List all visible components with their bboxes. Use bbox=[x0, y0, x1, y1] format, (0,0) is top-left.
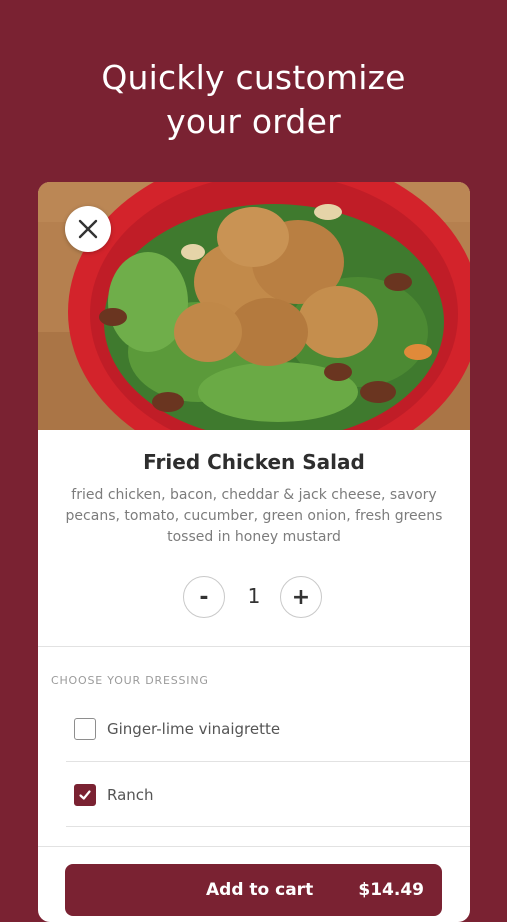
quantity-stepper: - 1 + bbox=[38, 576, 470, 620]
headline-line-1: Quickly customize bbox=[101, 58, 406, 97]
option-divider bbox=[66, 826, 470, 827]
item-description: fried chicken, bacon, cheddar & jack che… bbox=[65, 487, 443, 545]
checkbox[interactable] bbox=[74, 718, 96, 740]
cart-price: $14.49 bbox=[358, 880, 424, 900]
option-divider bbox=[66, 761, 470, 762]
close-icon bbox=[78, 219, 98, 239]
check-icon bbox=[79, 790, 91, 800]
decrease-quantity-button[interactable]: - bbox=[183, 576, 225, 618]
item-photo bbox=[38, 182, 470, 430]
checkbox-checked[interactable] bbox=[74, 784, 96, 806]
dressing-option-ginger-lime[interactable]: Ginger-lime vinaigrette bbox=[38, 704, 470, 754]
dressing-option-ranch[interactable]: Ranch bbox=[38, 770, 470, 820]
add-to-cart-button[interactable]: Add to cart $14.49 bbox=[65, 864, 442, 916]
item-title: Fried Chicken Salad bbox=[143, 450, 365, 474]
item-customize-card: Fried Chicken Salad fried chicken, bacon… bbox=[38, 182, 470, 922]
headline: Quickly customize your order bbox=[0, 56, 507, 144]
close-button[interactable] bbox=[65, 206, 111, 252]
section-divider bbox=[38, 646, 470, 647]
headline-line-2: your order bbox=[166, 102, 341, 141]
option-label: Ranch bbox=[107, 786, 154, 804]
footer-divider bbox=[38, 846, 470, 847]
quantity-value: 1 bbox=[247, 584, 261, 608]
option-label: Ginger-lime vinaigrette bbox=[107, 720, 281, 738]
add-to-cart-label: Add to cart bbox=[206, 880, 314, 900]
increase-quantity-button[interactable]: + bbox=[280, 576, 322, 618]
dressing-section-header: CHOOSE YOUR DRESSING bbox=[51, 674, 209, 687]
